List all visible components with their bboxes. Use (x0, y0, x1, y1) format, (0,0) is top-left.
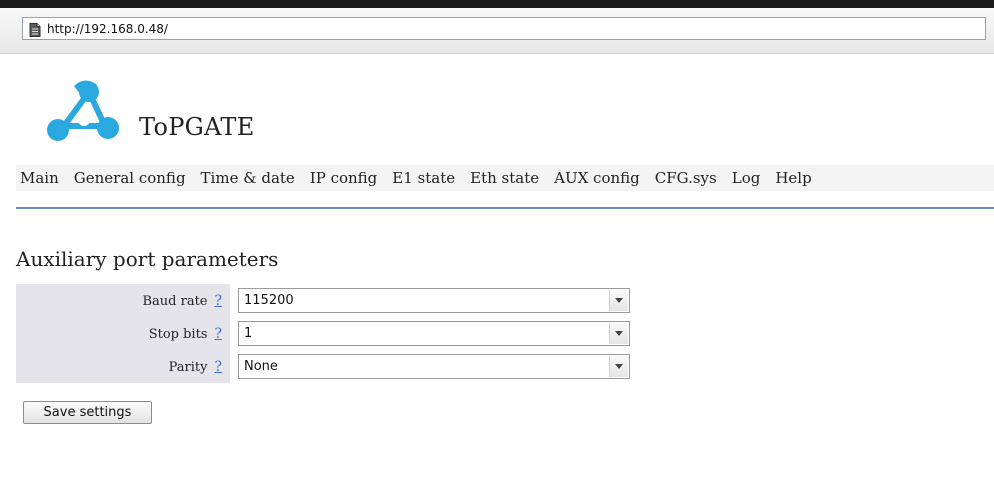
nav-item-general-config[interactable]: General config (74, 169, 186, 187)
form-row-parity: Parity? None (16, 350, 638, 383)
input-cell: 115200 (230, 284, 638, 317)
brand-name: ToPGATE (139, 113, 255, 141)
label-cell: Baud rate? (16, 284, 230, 317)
nav-divider (16, 207, 994, 209)
baud-rate-label: Baud rate (142, 293, 208, 309)
parity-select[interactable]: None (238, 354, 630, 379)
stop-bits-select[interactable]: 1 (238, 321, 630, 346)
input-cell: 1 (230, 317, 638, 350)
address-bar[interactable]: http://192.168.0.48/ (22, 17, 986, 40)
nav-item-help[interactable]: Help (775, 169, 811, 187)
browser-toolbar: http://192.168.0.48/ (0, 8, 994, 54)
nav-item-main[interactable]: Main (20, 169, 59, 187)
topgate-logo-icon (44, 78, 124, 146)
input-cell: None (230, 350, 638, 383)
page-title: Auxiliary port parameters (16, 247, 279, 271)
form-row-baud-rate: Baud rate? 115200 (16, 284, 638, 317)
nav-item-time-date[interactable]: Time & date (201, 169, 295, 187)
parity-label: Parity (168, 359, 208, 375)
stop-bits-label: Stop bits (148, 326, 208, 342)
baud-rate-select[interactable]: 115200 (238, 288, 630, 313)
document-icon (29, 22, 41, 37)
nav-item-log[interactable]: Log (732, 169, 761, 187)
save-settings-button[interactable]: Save settings (23, 401, 152, 424)
chevron-down-icon[interactable] (609, 290, 628, 311)
baud-rate-value: 115200 (244, 293, 294, 308)
stop-bits-value: 1 (244, 326, 253, 341)
settings-form: Baud rate? 115200 Stop bits? 1 Parity? N… (16, 284, 638, 383)
nav-item-cfg-sys[interactable]: CFG.sys (655, 169, 717, 187)
baud-rate-help-link[interactable]: ? (214, 293, 222, 309)
window-top-bar (0, 0, 994, 8)
label-cell: Stop bits? (16, 317, 230, 350)
chevron-down-icon[interactable] (609, 323, 628, 344)
nav-item-e1-state[interactable]: E1 state (392, 169, 455, 187)
nav-item-eth-state[interactable]: Eth state (470, 169, 539, 187)
parity-value: None (244, 359, 278, 374)
parity-help-link[interactable]: ? (214, 359, 222, 375)
nav-item-ip-config[interactable]: IP config (310, 169, 378, 187)
url-text: http://192.168.0.48/ (47, 21, 168, 36)
stop-bits-help-link[interactable]: ? (214, 326, 222, 342)
chevron-down-icon[interactable] (609, 356, 628, 377)
nav-item-aux-config[interactable]: AUX config (554, 169, 640, 187)
main-navigation: Main General config Time & date IP confi… (16, 165, 994, 191)
form-row-stop-bits: Stop bits? 1 (16, 317, 638, 350)
label-cell: Parity? (16, 350, 230, 383)
